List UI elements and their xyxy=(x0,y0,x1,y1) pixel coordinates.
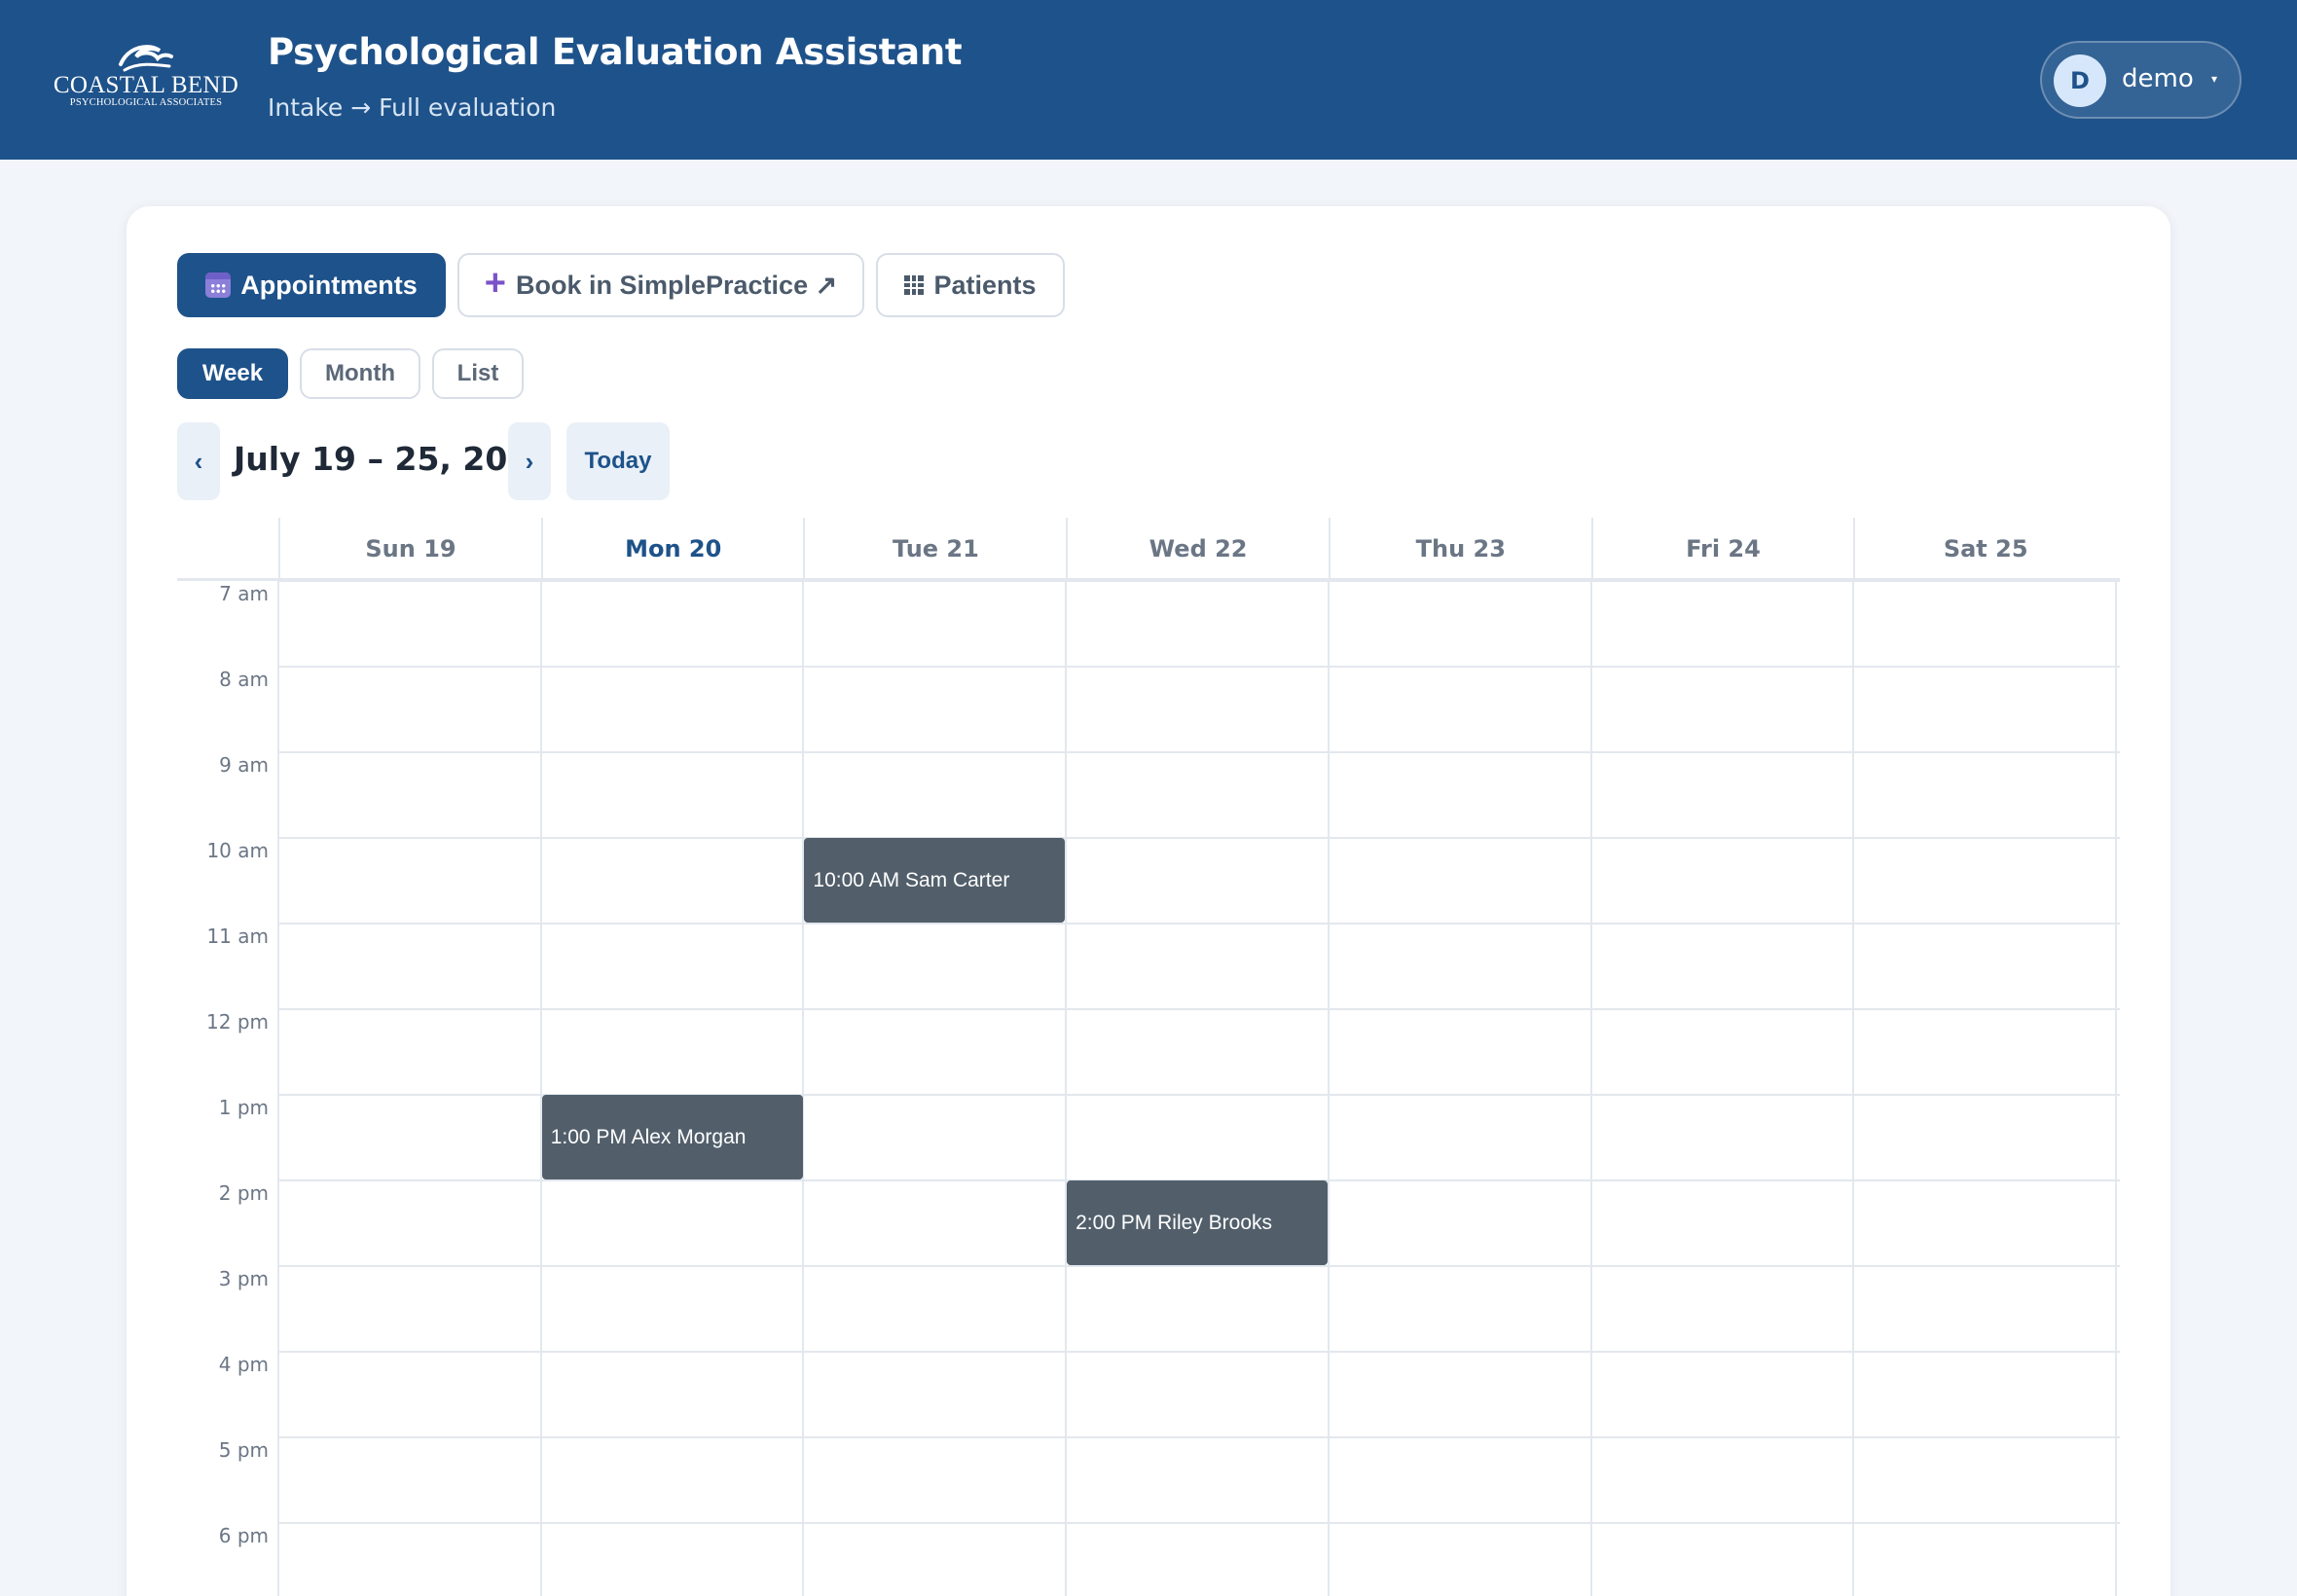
user-menu-button[interactable]: D demo ▾ xyxy=(2040,41,2242,119)
time-label: 5 pm xyxy=(218,1438,269,1462)
hour-line xyxy=(278,1522,2120,1524)
plus-icon: + xyxy=(484,263,506,304)
appointment-event[interactable]: 10:00 AM Sam Carter xyxy=(804,838,1066,923)
tab-patients[interactable]: Patients xyxy=(876,253,1065,317)
avatar: D xyxy=(2054,54,2106,107)
time-label: 10 am xyxy=(206,839,269,862)
appointment-event[interactable]: 2:00 PM Riley Brooks xyxy=(1067,1180,1329,1265)
hour-line xyxy=(278,580,2120,582)
day-header: Sun 19 xyxy=(278,518,541,580)
date-range-title: July 19 – 25, 2026 xyxy=(234,440,553,478)
grid-icon xyxy=(904,275,925,295)
column-divider xyxy=(277,580,279,1596)
hour-line xyxy=(278,1351,2120,1353)
next-week-button[interactable]: › xyxy=(508,422,551,500)
tab-appointments-label: Appointments xyxy=(240,270,418,300)
book-in-simplepractice-button[interactable]: + Book in SimplePractice ↗ xyxy=(457,253,864,317)
appointment-event[interactable]: 1:00 PM Alex Morgan xyxy=(541,1095,803,1179)
time-label: 4 pm xyxy=(218,1353,269,1376)
wave-logo-icon xyxy=(119,45,173,72)
view-week-button[interactable]: Week xyxy=(177,348,288,399)
previous-week-button[interactable]: ‹ xyxy=(177,422,220,500)
today-button[interactable]: Today xyxy=(566,422,670,500)
column-divider xyxy=(1065,580,1068,1596)
calendar-icon xyxy=(205,272,232,298)
time-label: 2 pm xyxy=(218,1181,269,1205)
column-divider xyxy=(1589,580,1592,1596)
column-divider xyxy=(802,580,805,1596)
time-label: 3 pm xyxy=(218,1267,269,1290)
day-header: Mon 20 xyxy=(540,518,804,580)
user-name: demo xyxy=(2122,64,2194,93)
day-header: Fri 24 xyxy=(1590,518,1854,580)
day-header: Wed 22 xyxy=(1066,518,1329,580)
time-label: 1 pm xyxy=(218,1096,269,1119)
app-header: COASTAL BEND PSYCHOLOGICAL ASSOCIATES Ps… xyxy=(0,0,2297,160)
hour-line xyxy=(278,666,2120,668)
time-label: 12 pm xyxy=(206,1010,269,1034)
hour-line xyxy=(278,1265,2120,1267)
view-list-button[interactable]: List xyxy=(432,348,524,399)
column-divider xyxy=(539,580,542,1596)
page-subtitle: Intake → Full evaluation xyxy=(268,93,557,122)
hour-line xyxy=(278,837,2120,839)
logo-subtitle: PSYCHOLOGICAL ASSOCIATES xyxy=(69,97,223,108)
tab-appointments[interactable]: Appointments xyxy=(177,253,446,317)
day-header: Tue 21 xyxy=(803,518,1066,580)
hour-line xyxy=(278,923,2120,925)
time-label: 11 am xyxy=(206,925,269,948)
page-title: Psychological Evaluation Assistant xyxy=(268,31,963,73)
time-label: 9 am xyxy=(219,753,269,777)
column-divider xyxy=(2114,580,2117,1596)
hour-line xyxy=(278,751,2120,753)
column-divider xyxy=(1852,580,1855,1596)
day-header: Thu 23 xyxy=(1328,518,1591,580)
view-month-button[interactable]: Month xyxy=(300,348,420,399)
book-label: Book in SimplePractice ↗ xyxy=(515,270,838,300)
logo-name: COASTAL BEND xyxy=(53,72,239,98)
main-card: Appointments + Book in SimplePractice ↗ … xyxy=(127,206,2170,1596)
hour-line xyxy=(278,1008,2120,1010)
time-label: 6 pm xyxy=(218,1524,269,1547)
hour-line xyxy=(278,1436,2120,1438)
time-label: 8 am xyxy=(219,668,269,691)
chevron-down-icon: ▾ xyxy=(2211,72,2218,86)
week-calendar: Sun 19 Mon 20 Tue 21 Wed 22 Thu 23 Fri 24 Sat … xyxy=(177,518,2120,1596)
time-label: 7 am xyxy=(219,582,269,605)
practice-logo: COASTAL BEND PSYCHOLOGICAL ASSOCIATES xyxy=(51,37,241,115)
tab-patients-label: Patients xyxy=(933,270,1037,300)
day-header: Sat 25 xyxy=(1853,518,2116,580)
column-divider xyxy=(1327,580,1330,1596)
